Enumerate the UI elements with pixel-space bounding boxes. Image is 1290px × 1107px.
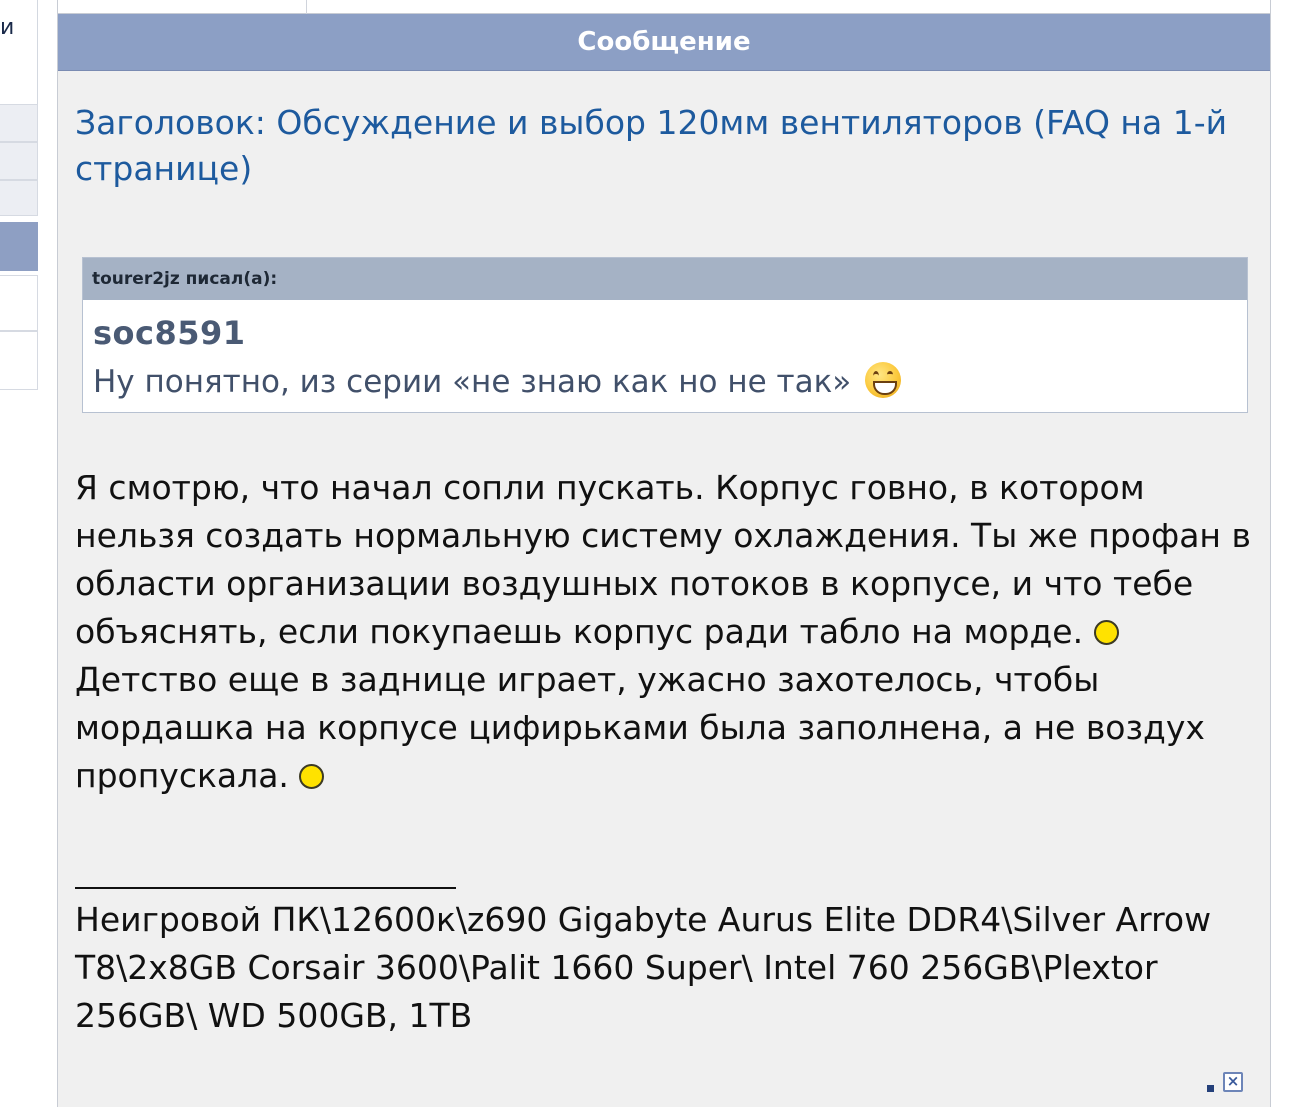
sidebar-item[interactable] xyxy=(0,275,38,331)
sidebar-top-block: и xyxy=(0,0,38,104)
quote-text-line: Ну понятно, из серии «не знаю как но не … xyxy=(93,362,902,400)
post-panel: Сообщение Заголовок: Обсуждение и выбор … xyxy=(57,0,1271,1107)
sidebar-item-active[interactable] xyxy=(0,222,38,271)
quote-author: soc8591 xyxy=(93,314,246,352)
sidebar-item[interactable] xyxy=(0,180,38,216)
post-title: Заголовок: Обсуждение и выбор 120мм вент… xyxy=(75,103,1228,188)
divider xyxy=(306,0,307,14)
grin-emoji-icon xyxy=(865,362,902,398)
bullet-icon xyxy=(1207,1085,1214,1092)
post-body-part1: Я смотрю, что начал сопли пускать. Корпу… xyxy=(75,468,1251,651)
sidebar-item[interactable] xyxy=(0,331,38,390)
sidebar-item[interactable] xyxy=(0,142,38,180)
sidebar: и xyxy=(0,0,38,1107)
signature-separator xyxy=(75,887,456,889)
smiley-icon xyxy=(1093,620,1119,645)
quote-text: Ну понятно, из серии «не знаю как но не … xyxy=(93,364,852,400)
post-body-part2: Детство еще в заднице играет, ужасно зах… xyxy=(75,660,1205,795)
post-body: Я смотрю, что начал сопли пускать. Корпу… xyxy=(75,464,1260,800)
sidebar-top-text: и xyxy=(0,15,15,40)
smiley-icon xyxy=(299,764,325,789)
close-icon[interactable]: × xyxy=(1223,1072,1243,1092)
panel-header: Сообщение xyxy=(58,14,1270,71)
panel-top-strip xyxy=(58,0,1270,14)
quote-header: tourer2jz писал(а): xyxy=(83,258,1247,300)
signature: Неигровой ПК\12600к\z690 Gigabyte Aurus … xyxy=(75,900,1212,1035)
quote-block: tourer2jz писал(а): soc8591 Ну понятно, … xyxy=(82,257,1248,413)
sidebar-item[interactable] xyxy=(0,104,38,142)
